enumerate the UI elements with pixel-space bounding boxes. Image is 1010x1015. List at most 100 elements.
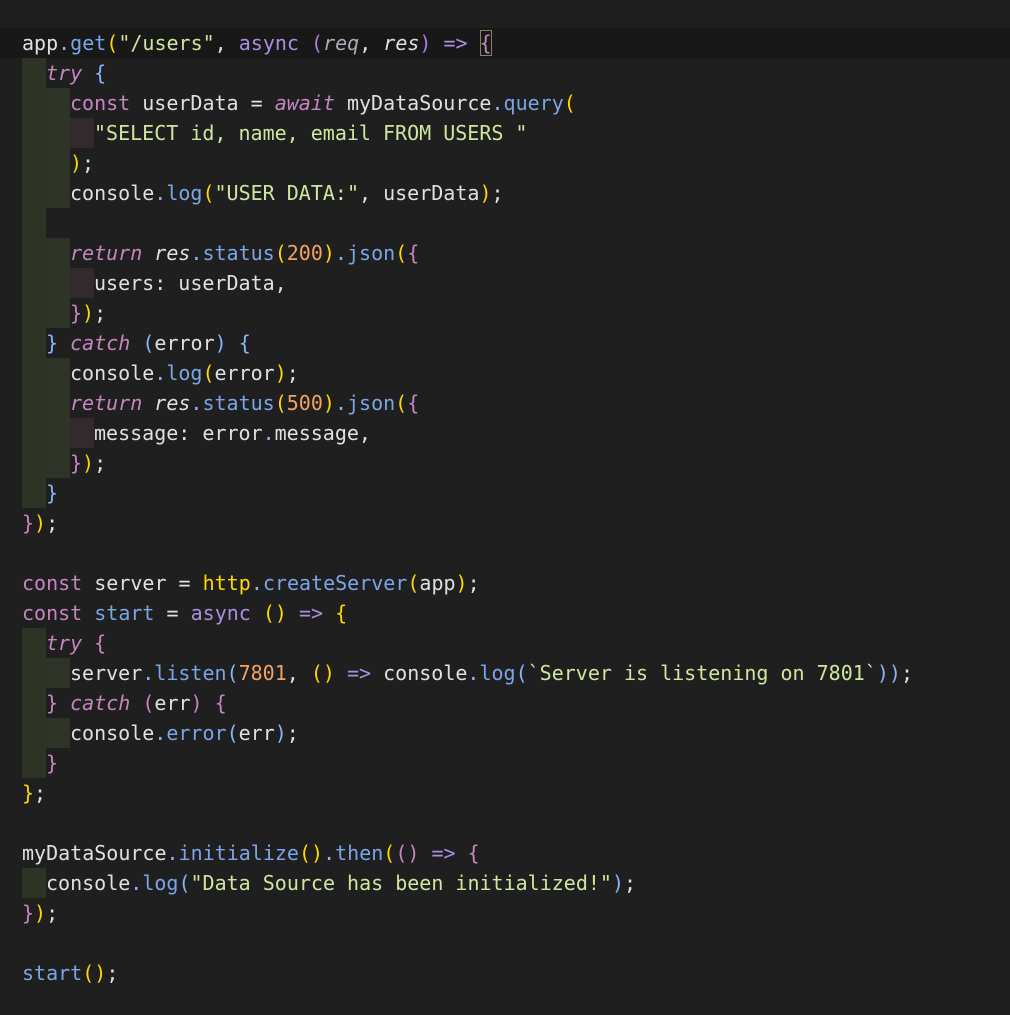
- code-token: ;: [286, 361, 299, 385]
- code-token: .: [334, 391, 347, 415]
- code-text: myDataSource.initialize().then(() => {: [22, 841, 480, 865]
- code-line[interactable]: return res.status(500).json({: [0, 388, 1010, 418]
- code-token: ;: [106, 961, 119, 985]
- code-line[interactable]: [0, 538, 1010, 568]
- code-token: ;: [94, 301, 107, 325]
- code-token: }: [22, 901, 35, 925]
- code-token: ,: [359, 31, 384, 55]
- code-line[interactable]: const start = async () => {: [0, 598, 1010, 628]
- code-token: }: [46, 751, 59, 775]
- code-token: (: [202, 181, 215, 205]
- code-token: .: [130, 871, 143, 895]
- indent-guide: [22, 88, 46, 118]
- code-token: }: [46, 331, 59, 355]
- code-token: const: [70, 91, 131, 115]
- code-token: 7801: [238, 661, 287, 685]
- code-text: users: userData,: [94, 271, 287, 295]
- code-line[interactable]: }: [0, 748, 1010, 778]
- code-token: app: [419, 571, 456, 595]
- code-token: ): [419, 31, 432, 55]
- code-line[interactable]: });: [0, 508, 1010, 538]
- code-line[interactable]: console.log("Data Source has been initia…: [0, 868, 1010, 898]
- code-token: {: [238, 331, 251, 355]
- indent-guide: [46, 658, 70, 688]
- code-token: ;: [491, 181, 504, 205]
- code-line[interactable]: [0, 208, 1010, 238]
- code-token: start: [94, 601, 155, 625]
- code-token: (: [407, 571, 420, 595]
- code-line[interactable]: [0, 928, 1010, 958]
- code-token: json: [346, 241, 396, 265]
- indent-guide: [46, 718, 70, 748]
- code-token: ): [274, 361, 287, 385]
- code-token: .: [166, 841, 179, 865]
- indent-guide: [22, 178, 46, 208]
- indent-guide: [22, 298, 46, 328]
- code-text: };: [22, 781, 46, 805]
- code-line[interactable]: try {: [0, 58, 1010, 88]
- code-line[interactable]: console.error(err);: [0, 718, 1010, 748]
- code-line[interactable]: } catch (err) {: [0, 688, 1010, 718]
- code-token: .: [154, 361, 167, 385]
- code-token: ): [611, 871, 624, 895]
- code-token: ,: [286, 661, 311, 685]
- code-token: error: [166, 721, 227, 745]
- code-token: ): [479, 181, 492, 205]
- code-text: console.log("Data Source has been initia…: [46, 871, 636, 895]
- code-text: const server = http.createServer(app);: [22, 571, 480, 595]
- code-line[interactable]: "SELECT id, name, email FROM USERS ": [0, 118, 1010, 148]
- code-line[interactable]: server.listen(7801, () => console.log(`S…: [0, 658, 1010, 688]
- code-line[interactable]: users: userData,: [0, 268, 1010, 298]
- code-line[interactable]: try {: [0, 628, 1010, 658]
- code-token: message,: [274, 421, 371, 445]
- indent-guide: [46, 178, 70, 208]
- indent-guide: [46, 88, 70, 118]
- indent-guide: [22, 688, 46, 718]
- code-token: (: [395, 241, 408, 265]
- code-line[interactable]: const server = http.createServer(app);: [0, 568, 1010, 598]
- code-text: return res.status(500).json({: [70, 391, 419, 415]
- indent-guide: [70, 118, 94, 148]
- code-token: get: [70, 31, 107, 55]
- code-line[interactable]: });: [0, 298, 1010, 328]
- code-line[interactable]: });: [0, 898, 1010, 928]
- code-token: ): [274, 721, 287, 745]
- code-line[interactable]: }: [0, 478, 1010, 508]
- indent-guide: [46, 358, 70, 388]
- indent-guide: [22, 238, 46, 268]
- code-token: res: [383, 31, 420, 55]
- code-token: {: [94, 631, 107, 655]
- code-line[interactable]: };: [0, 778, 1010, 808]
- code-text: start();: [22, 961, 118, 985]
- code-token: {: [335, 601, 348, 625]
- code-line[interactable]: );: [0, 148, 1010, 178]
- code-line[interactable]: app.get("/users", async (req, res) => {: [0, 28, 1010, 58]
- code-token: initialize: [178, 841, 299, 865]
- code-token: createServer: [262, 571, 408, 595]
- code-line[interactable]: [0, 808, 1010, 838]
- code-text: } catch (err) {: [46, 691, 227, 715]
- code-line[interactable]: });: [0, 448, 1010, 478]
- code-token: myDataSource: [334, 91, 492, 115]
- code-line[interactable]: console.log("USER DATA:", userData);: [0, 178, 1010, 208]
- code-token: ;: [286, 721, 299, 745]
- code-token: console: [46, 871, 131, 895]
- code-token: ;: [624, 871, 637, 895]
- code-line[interactable]: start();: [0, 958, 1010, 988]
- code-token: (: [311, 31, 324, 55]
- code-line[interactable]: return res.status(200).json({: [0, 238, 1010, 268]
- code-editor[interactable]: app.get("/users", async (req, res) => {t…: [0, 0, 1010, 1015]
- code-token: catch: [70, 691, 131, 715]
- code-line[interactable]: } catch (error) {: [0, 328, 1010, 358]
- indent-guide: [22, 118, 46, 148]
- code-line[interactable]: const userData = await myDataSource.quer…: [0, 88, 1010, 118]
- indent-guide: [22, 658, 46, 688]
- code-line[interactable]: console.log(error);: [0, 358, 1010, 388]
- code-token: console: [70, 181, 155, 205]
- code-line[interactable]: myDataSource.initialize().then(() => {: [0, 838, 1010, 868]
- code-token: console: [70, 721, 155, 745]
- code-token: ;: [46, 511, 59, 535]
- indent-guide: [22, 358, 46, 388]
- code-line[interactable]: message: error.message,: [0, 418, 1010, 448]
